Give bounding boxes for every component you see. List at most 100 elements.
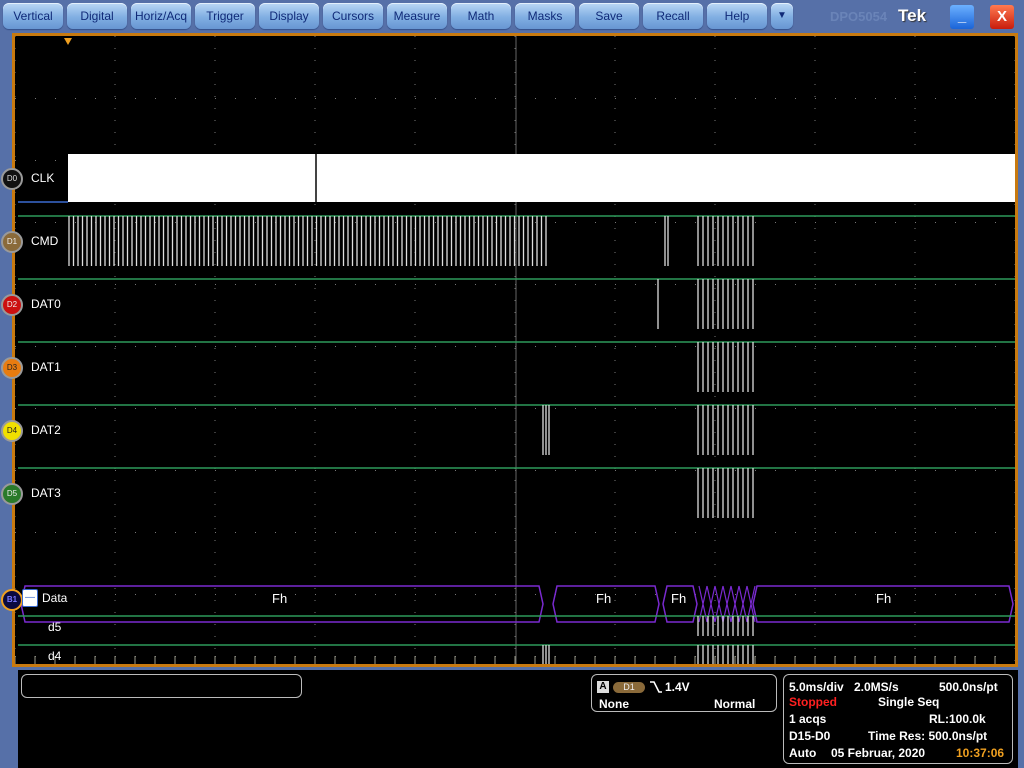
grid-dot (615, 222, 616, 223)
grid-dot (714, 552, 716, 553)
grid-dot (214, 300, 216, 301)
grid-dot (275, 346, 276, 347)
grid-dot (614, 624, 616, 625)
bus-badge-b1[interactable]: B1 (1, 589, 23, 611)
grid-dot (314, 600, 316, 601)
close-button[interactable]: X (990, 5, 1014, 29)
grid-dot (395, 284, 396, 285)
grid-dot (114, 312, 116, 313)
grid-dot (15, 108, 16, 109)
grid-dot (214, 552, 216, 553)
grid-dot (414, 336, 416, 337)
grid-dot (535, 284, 536, 285)
grid-dot (435, 222, 436, 223)
grid-dot (735, 594, 736, 595)
grid-dot (314, 516, 316, 517)
bus-collapse-button[interactable]: — (22, 589, 38, 607)
grid-dot (275, 98, 276, 99)
grid-dot (15, 192, 16, 193)
grid-dot (914, 60, 916, 61)
channel-badge-d4[interactable]: D4 (1, 420, 23, 442)
grid-dot (595, 98, 596, 99)
grid-dot (255, 222, 256, 223)
grid-dot (15, 532, 16, 533)
grid-dot (1014, 612, 1015, 613)
waveform-display[interactable] (12, 33, 1018, 667)
grid-dot (1014, 60, 1015, 61)
menu-recall[interactable]: Recall (643, 3, 703, 29)
grid-dot (214, 252, 216, 253)
grid-dot (835, 284, 836, 285)
grid-dot (114, 552, 116, 553)
grid-dot (114, 564, 116, 565)
menu-cursors[interactable]: Cursors (323, 3, 383, 29)
grid-dot (15, 132, 16, 133)
menu-vertical[interactable]: Vertical (3, 3, 63, 29)
menu-masks[interactable]: Masks (515, 3, 575, 29)
grid-dot (635, 594, 636, 595)
grid-dot (214, 312, 216, 313)
channel-badge-d2[interactable]: D2 (1, 294, 23, 316)
grid-dot (15, 444, 16, 445)
grid-dot (814, 120, 816, 121)
menu-horiz-acq[interactable]: Horiz/Acq (131, 3, 191, 29)
grid-dot (375, 346, 376, 347)
grid-dot (1014, 252, 1015, 253)
grid-dot (314, 60, 316, 61)
grid-dot (795, 346, 796, 347)
grid-dot (614, 348, 616, 349)
grid-dot (1014, 444, 1015, 445)
grid-dot (614, 240, 616, 241)
grid-dot (514, 324, 516, 325)
channel-badge-d5[interactable]: D5 (1, 483, 23, 505)
grid-dot (614, 564, 616, 565)
menu-measure[interactable]: Measure (387, 3, 447, 29)
grid-dot (535, 98, 536, 99)
grid-dot (814, 564, 816, 565)
grid-dot (635, 470, 636, 471)
grid-dot (815, 98, 816, 99)
grid-dot (775, 408, 776, 409)
grid-dot (695, 532, 696, 533)
grid-dot (914, 324, 916, 325)
grid-dot (55, 160, 56, 161)
grid-dot (314, 360, 316, 361)
grid-dot (715, 346, 716, 347)
grid-dot (714, 648, 716, 649)
trigger-source-badge: D1 (613, 682, 645, 693)
grid-dot (114, 96, 116, 97)
grid-dot (395, 594, 396, 595)
grid-dot (614, 600, 616, 601)
channel-badge-d0[interactable]: D0 (1, 168, 23, 190)
menu-trigger[interactable]: Trigger (195, 3, 255, 29)
menu-more-button[interactable]: ▼ (771, 3, 793, 29)
menu-save[interactable]: Save (579, 3, 639, 29)
grid-dot (475, 408, 476, 409)
grid-dot (135, 532, 136, 533)
channel-badge-d3[interactable]: D3 (1, 357, 23, 379)
channel-badge-d1[interactable]: D1 (1, 231, 23, 253)
grid-dot (514, 108, 516, 109)
grid-dot (614, 444, 616, 445)
minimize-button[interactable]: _ (950, 5, 974, 29)
grid-dot (314, 372, 316, 373)
grid-dot (914, 564, 916, 565)
grid-dot (414, 288, 416, 289)
grid-dot (55, 470, 56, 471)
trigger-mode: Normal (714, 697, 756, 711)
grid-dot (375, 98, 376, 99)
grid-dot (375, 470, 376, 471)
grid-dot (75, 222, 76, 223)
menu-help[interactable]: Help (707, 3, 767, 29)
menu-math[interactable]: Math (451, 3, 511, 29)
grid-dot (715, 284, 716, 285)
grid-dot (895, 346, 896, 347)
menu-display[interactable]: Display (259, 3, 319, 29)
acq-count: 1 acqs (789, 712, 827, 726)
grid-dot (615, 408, 616, 409)
grid-dot (114, 288, 116, 289)
grid-dot (814, 492, 816, 493)
grid-dot (514, 204, 516, 205)
grid-dot (414, 432, 416, 433)
menu-digital[interactable]: Digital (67, 3, 127, 29)
